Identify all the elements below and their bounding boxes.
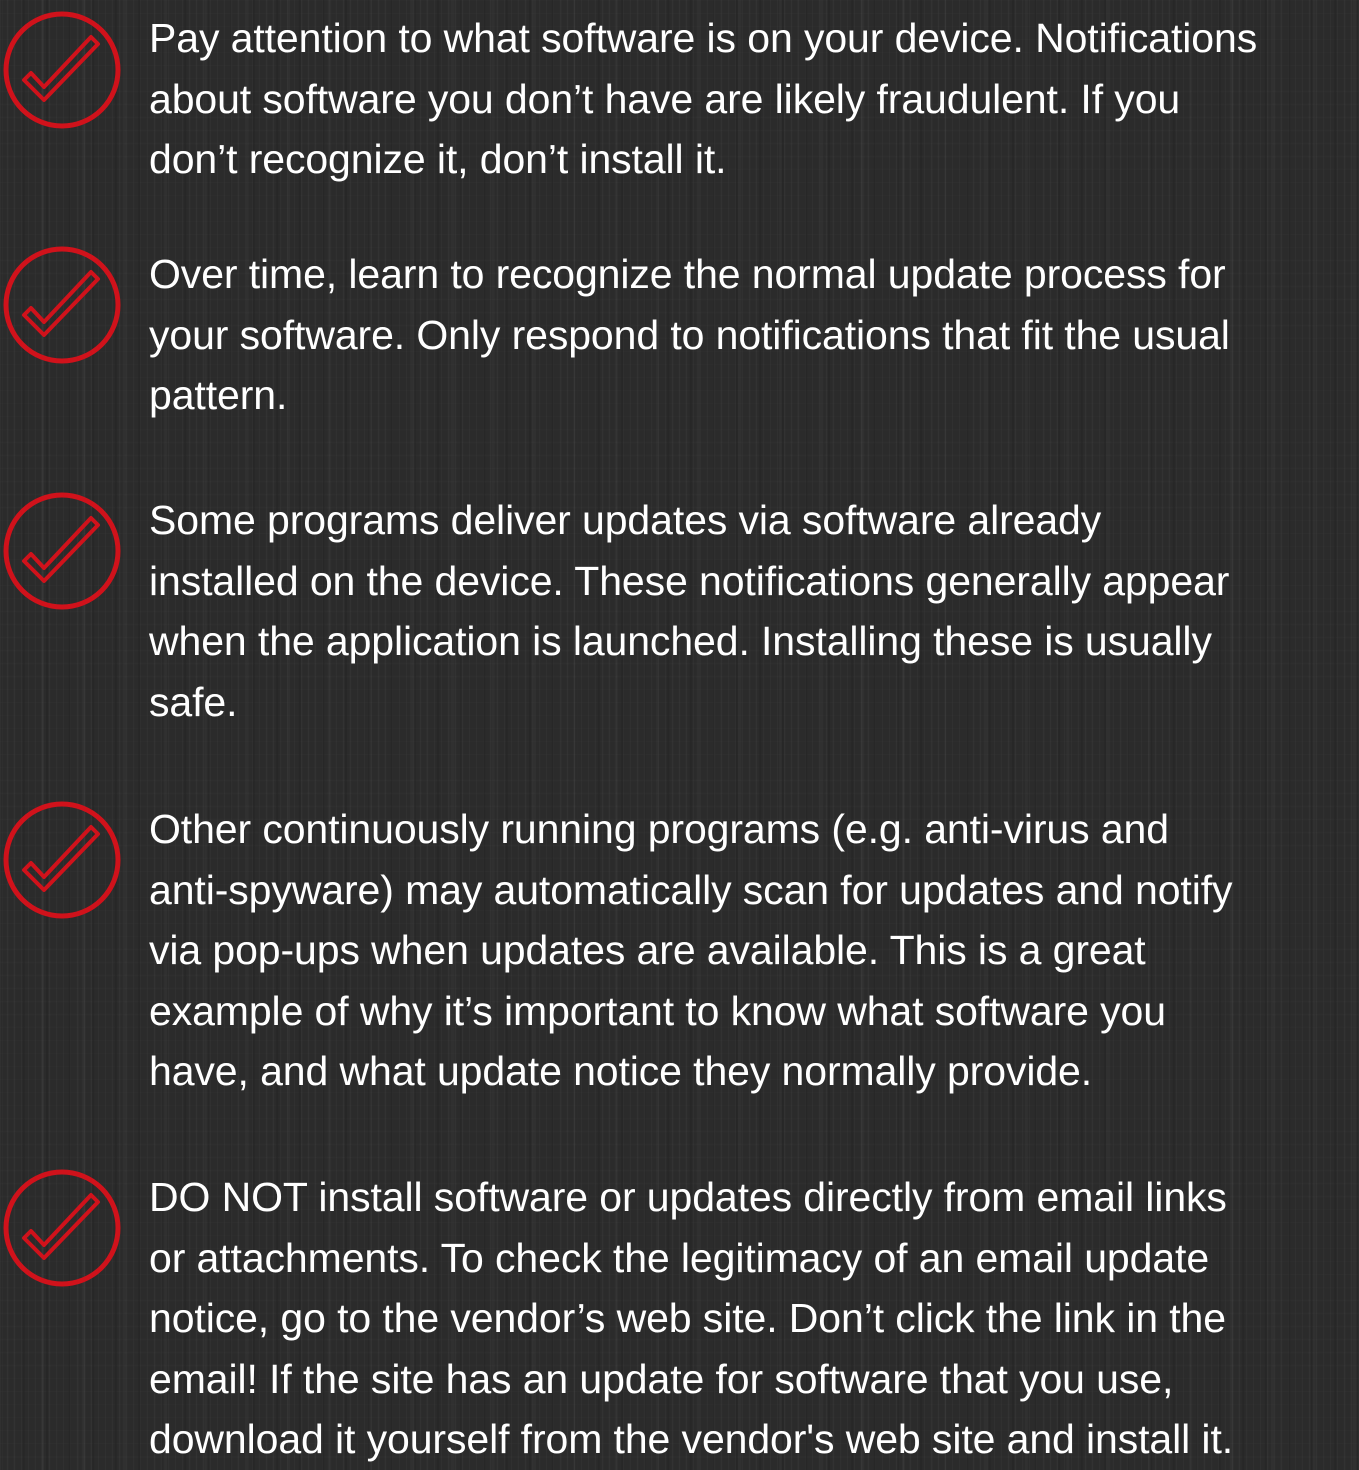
check-circle-icon [3, 246, 121, 364]
tip-text: DO NOT install software or updates direc… [149, 1174, 1234, 1462]
tip-text: Some programs deliver updates via softwa… [149, 497, 1230, 725]
check-circle-icon [3, 11, 121, 129]
tips-list: Pay attention to what software is on you… [0, 0, 1359, 1462]
check-circle-icon [3, 801, 121, 919]
tip-text: Pay attention to what software is on you… [149, 15, 1258, 182]
tip-text: Other continuously running programs (e.g… [149, 806, 1233, 1094]
tip-text: Over time, learn to recognize the normal… [149, 251, 1230, 418]
check-circle-icon [3, 492, 121, 610]
check-circle-icon [3, 1169, 121, 1287]
